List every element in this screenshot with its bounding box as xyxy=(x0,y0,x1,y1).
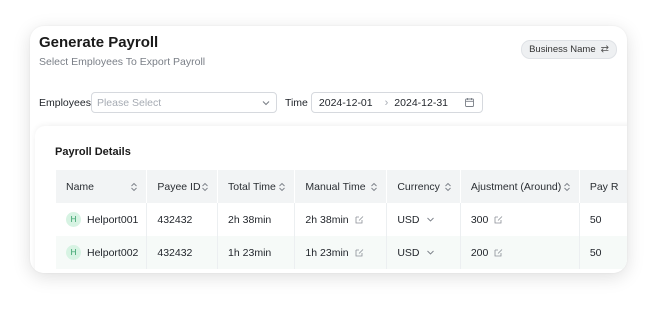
avatar: H xyxy=(66,245,81,260)
column-label: Name xyxy=(66,180,95,193)
end-date[interactable]: 2024-12-31 xyxy=(394,97,448,109)
manual-time-cell: 1h 23min xyxy=(294,236,388,269)
employee-name: Helport001 xyxy=(87,213,139,226)
panel-title: Payroll Details xyxy=(55,146,131,158)
pay-cell: 50 xyxy=(579,236,627,269)
payroll-details-panel: Payroll Details Name Payee ID Total Time… xyxy=(35,126,627,273)
currency-value: USD xyxy=(397,213,420,226)
adjustment-cell: 300 xyxy=(460,203,580,236)
manual-time-value: 2h 38min xyxy=(305,213,349,226)
sort-icon[interactable] xyxy=(278,182,286,192)
column-header-pay[interactable]: Pay R xyxy=(579,170,627,203)
column-header-manual-time[interactable]: Manual Time xyxy=(294,170,388,203)
sort-icon[interactable] xyxy=(370,182,378,192)
column-header-currency[interactable]: Currency xyxy=(386,170,461,203)
pay-cell: 50 xyxy=(579,203,627,236)
employee-name: Helport002 xyxy=(87,246,139,259)
column-label: Payee ID xyxy=(157,180,201,193)
sort-icon[interactable] xyxy=(444,182,452,192)
manual-time-value: 1h 23min xyxy=(305,246,349,259)
payroll-table: Name Payee ID Total Time Manual Time Cur… xyxy=(56,170,627,269)
name-cell: H Helport001 xyxy=(56,203,148,236)
column-header-adjustment[interactable]: Ajustment (Around) xyxy=(460,170,580,203)
edit-icon[interactable] xyxy=(355,248,364,257)
adjustment-value: 300 xyxy=(470,213,489,226)
total-time-cell: 2h 38min xyxy=(217,203,296,236)
page-title: Generate Payroll xyxy=(39,34,159,51)
column-label: Total Time xyxy=(228,180,276,193)
edit-icon[interactable] xyxy=(494,215,503,224)
adjustment-value: 200 xyxy=(470,246,489,259)
date-range-picker[interactable]: 2024-12-01 › 2024-12-31 xyxy=(310,92,483,113)
column-label: Manual Time xyxy=(305,180,366,193)
column-header-total-time[interactable]: Total Time xyxy=(217,170,296,203)
toggle-label: Business Name xyxy=(529,44,596,55)
employees-select[interactable]: Please Select xyxy=(90,92,277,113)
table-row[interactable]: H Helport002 432432 1h 23min 1h 23min USD… xyxy=(56,236,627,269)
currency-value: USD xyxy=(397,246,420,259)
payee-id-cell: 432432 xyxy=(146,236,219,269)
chevron-down-icon xyxy=(426,215,435,224)
column-label: Ajustment (Around) xyxy=(470,180,562,193)
currency-cell[interactable]: USD xyxy=(386,236,461,269)
table-row[interactable]: H Helport001 432432 2h 38min 2h 38min USD… xyxy=(56,203,627,236)
payroll-card: Generate Payroll Select Employees To Exp… xyxy=(30,26,627,273)
range-separator-icon: › xyxy=(384,96,389,109)
swap-icon: ⇄ xyxy=(600,44,609,55)
employees-placeholder: Please Select xyxy=(96,96,162,109)
total-time-cell: 1h 23min xyxy=(217,236,296,269)
edit-icon[interactable] xyxy=(494,248,503,257)
payee-id-cell: 432432 xyxy=(146,203,219,236)
adjustment-cell: 200 xyxy=(460,236,580,269)
page-subtitle: Select Employees To Export Payroll xyxy=(39,56,206,68)
calendar-icon xyxy=(464,97,475,108)
filter-bar: Employees Please Select Time 2024-12-01 … xyxy=(39,92,483,113)
table-header-row: Name Payee ID Total Time Manual Time Cur… xyxy=(56,170,627,203)
business-name-toggle[interactable]: Business Name ⇄ xyxy=(521,40,617,59)
column-header-payee-id[interactable]: Payee ID xyxy=(146,170,219,203)
column-header-name[interactable]: Name xyxy=(56,170,148,203)
edit-icon[interactable] xyxy=(355,215,364,224)
time-label: Time xyxy=(284,96,308,109)
column-label: Currency xyxy=(397,180,440,193)
avatar: H xyxy=(66,212,81,227)
employees-label: Employees xyxy=(39,96,91,109)
start-date[interactable]: 2024-12-01 xyxy=(319,97,373,109)
chevron-down-icon xyxy=(426,248,435,257)
sort-icon[interactable] xyxy=(563,182,571,192)
chevron-down-icon xyxy=(261,98,271,108)
sort-icon[interactable] xyxy=(130,182,138,192)
currency-cell[interactable]: USD xyxy=(386,203,461,236)
column-label: Pay R xyxy=(589,180,619,193)
name-cell: H Helport002 xyxy=(56,236,148,269)
manual-time-cell: 2h 38min xyxy=(294,203,388,236)
sort-icon[interactable] xyxy=(201,182,209,192)
